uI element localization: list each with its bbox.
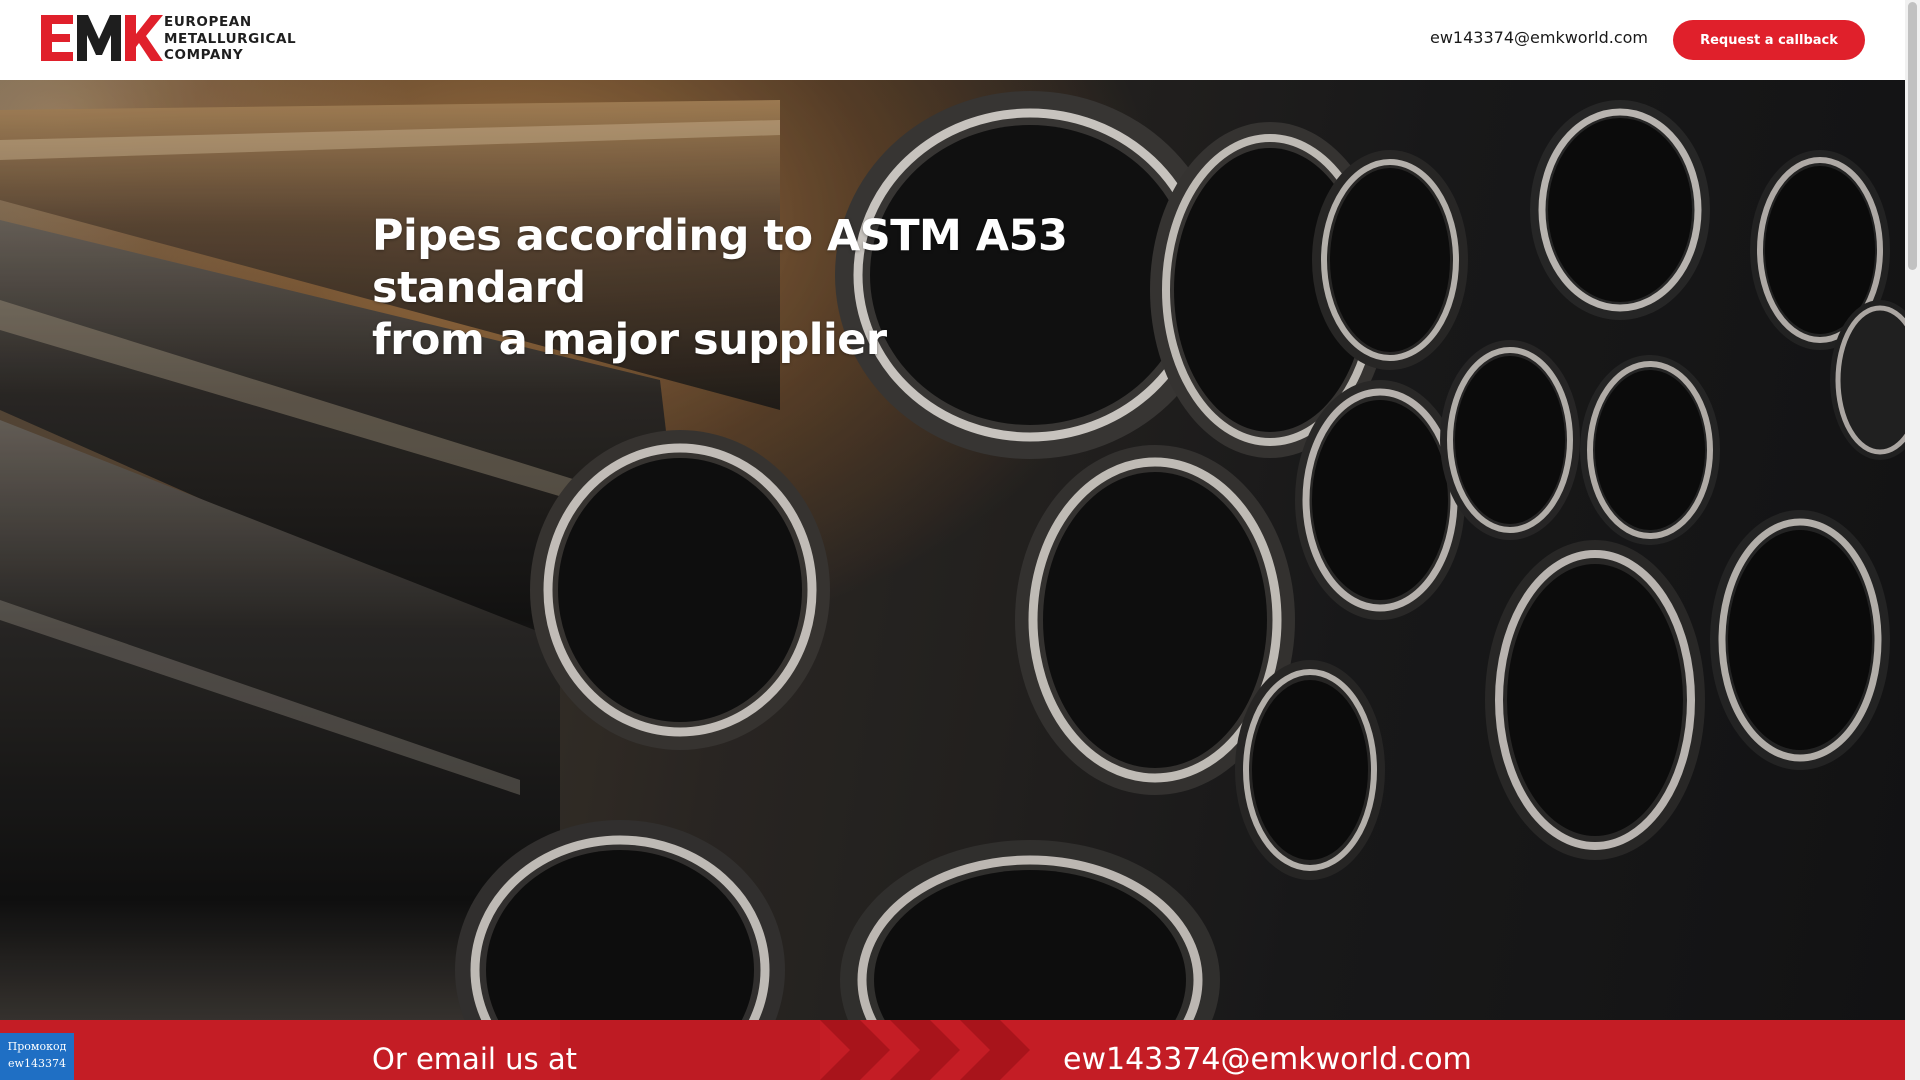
page-scrollbar[interactable] — [1905, 0, 1920, 1080]
logo-line-3: COMPANY — [164, 47, 244, 63]
header-email-link[interactable]: ew143374@emkworld.com — [1430, 28, 1648, 47]
promo-code-badge[interactable]: Промокод ew143374 — [0, 1033, 74, 1080]
cta-email-link[interactable]: ew143374@emkworld.com — [1063, 1042, 1472, 1077]
request-callback-button[interactable]: Request a callback — [1673, 20, 1865, 60]
page: EUROPEAN METALLURGICAL COMPANY ew143374@… — [0, 0, 1905, 1080]
hero-title: Pipes according to ASTM A53 standard fro… — [372, 210, 1272, 366]
hero-banner: Pipes according to ASTM A53 standard fro… — [0, 80, 1905, 1020]
band-chevron-pattern — [560, 1020, 1030, 1080]
scrollbar-thumb[interactable] — [1908, 2, 1917, 270]
promo-code: ew143374 — [8, 1057, 66, 1070]
emk-logo-mark — [41, 15, 163, 61]
hero-title-line-1: Pipes according to ASTM A53 standard — [372, 211, 1068, 313]
email-cta-band: Or email us at ew143374@emkworld.com — [0, 1020, 1905, 1080]
company-logo[interactable]: EUROPEAN METALLURGICAL COMPANY — [39, 13, 299, 65]
logo-line-2: METALLURGICAL — [164, 30, 297, 47]
site-header: EUROPEAN METALLURGICAL COMPANY ew143374@… — [0, 0, 1905, 80]
promo-label: Промокод — [7, 1040, 67, 1053]
hero-title-line-2: from a major supplier — [372, 315, 887, 365]
logo-wordmark: EUROPEAN METALLURGICAL COMPANY — [164, 14, 304, 64]
logo-line-1: EUROPEAN — [164, 14, 252, 30]
cta-label: Or email us at — [372, 1042, 578, 1076]
